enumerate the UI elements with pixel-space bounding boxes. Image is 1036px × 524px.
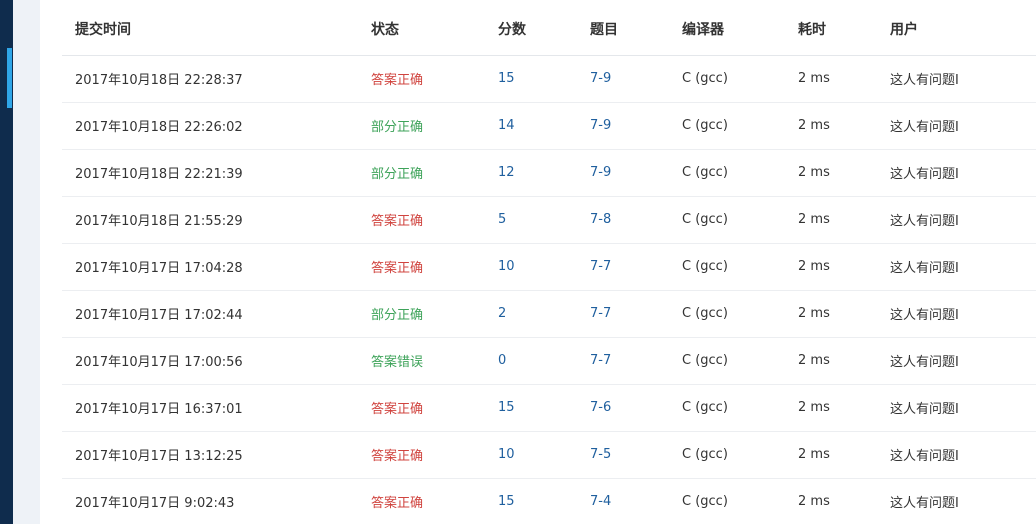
user-cell: 这人有问题I [890, 355, 959, 370]
submit-time-cell: 2017年10月17日 17:02:44 [75, 308, 243, 323]
status-cell[interactable]: 答案正确 [358, 196, 485, 243]
user-cell: 这人有问题I [890, 73, 959, 88]
duration-cell: 2 ms [798, 400, 830, 415]
submit-time-cell: 2017年10月18日 21:55:29 [75, 214, 243, 229]
score-cell[interactable]: 15 [485, 384, 577, 431]
problem-link[interactable]: 7-7 [577, 290, 669, 337]
submissions-table: 提交时间 状态 分数 题目 编译器 耗时 用户 2017年10月18日 22:2… [62, 3, 1036, 524]
duration-cell: 2 ms [798, 71, 830, 86]
user-cell: 这人有问题I [890, 120, 959, 135]
sidebar [0, 0, 13, 524]
status-cell[interactable]: 答案错误 [358, 337, 485, 384]
score-cell[interactable]: 5 [485, 196, 577, 243]
duration-cell: 2 ms [798, 353, 830, 368]
status-cell[interactable]: 答案正确 [358, 478, 485, 524]
score-cell[interactable]: 2 [485, 290, 577, 337]
duration-cell: 2 ms [798, 118, 830, 133]
submit-time-cell: 2017年10月18日 22:28:37 [75, 73, 243, 88]
problem-link[interactable]: 7-7 [577, 337, 669, 384]
table-row[interactable]: 2017年10月18日 22:26:02 部分正确 14 7-9 C (gcc) 2 ms… [62, 102, 1036, 149]
status-cell[interactable]: 答案正确 [358, 384, 485, 431]
table-row[interactable]: 2017年10月18日 22:21:39 部分正确 12 7-9 C (gcc) 2 ms… [62, 149, 1036, 196]
problem-link[interactable]: 7-6 [577, 384, 669, 431]
compiler-cell: C (gcc) [682, 259, 728, 274]
header-duration[interactable]: 耗时 [785, 3, 877, 55]
submit-time-cell: 2017年10月17日 17:04:28 [75, 261, 243, 276]
table-row[interactable]: 2017年10月17日 17:04:28 答案正确 10 7-7 C (gcc) 2 ms… [62, 243, 1036, 290]
submit-time-cell: 2017年10月17日 17:00:56 [75, 355, 243, 370]
score-cell[interactable]: 14 [485, 102, 577, 149]
compiler-cell: C (gcc) [682, 71, 728, 86]
problem-link[interactable]: 7-9 [577, 102, 669, 149]
status-cell[interactable]: 答案正确 [358, 431, 485, 478]
user-cell: 这人有问题I [890, 402, 959, 417]
compiler-cell: C (gcc) [682, 494, 728, 509]
submit-time-cell: 2017年10月17日 16:37:01 [75, 402, 243, 417]
compiler-cell: C (gcc) [682, 212, 728, 227]
status-cell[interactable]: 答案正确 [358, 243, 485, 290]
score-cell[interactable]: 10 [485, 243, 577, 290]
problem-link[interactable]: 7-4 [577, 478, 669, 524]
header-problem[interactable]: 题目 [577, 3, 669, 55]
duration-cell: 2 ms [798, 306, 830, 321]
problem-link[interactable]: 7-7 [577, 243, 669, 290]
score-cell[interactable]: 10 [485, 431, 577, 478]
header-submit-time[interactable]: 提交时间 [62, 3, 358, 55]
header-user[interactable]: 用户 [877, 3, 1036, 55]
table-header-row: 提交时间 状态 分数 题目 编译器 耗时 用户 [62, 3, 1036, 55]
user-cell: 这人有问题I [890, 449, 959, 464]
status-cell[interactable]: 答案正确 [358, 55, 485, 102]
table-row[interactable]: 2017年10月17日 9:02:43 答案正确 15 7-4 C (gcc) 2 ms 这… [62, 478, 1036, 524]
problem-link[interactable]: 7-9 [577, 55, 669, 102]
table-row[interactable]: 2017年10月17日 17:00:56 答案错误 0 7-7 C (gcc) 2 ms 这… [62, 337, 1036, 384]
user-cell: 这人有问题I [890, 214, 959, 229]
status-cell[interactable]: 部分正确 [358, 102, 485, 149]
submissions-panel: 提交时间 状态 分数 题目 编译器 耗时 用户 2017年10月18日 22:2… [40, 0, 1036, 524]
compiler-cell: C (gcc) [682, 165, 728, 180]
duration-cell: 2 ms [798, 165, 830, 180]
submit-time-cell: 2017年10月18日 22:26:02 [75, 120, 243, 135]
status-cell[interactable]: 部分正确 [358, 290, 485, 337]
submit-time-cell: 2017年10月18日 22:21:39 [75, 167, 243, 182]
score-cell[interactable]: 15 [485, 55, 577, 102]
submit-time-cell: 2017年10月17日 13:12:25 [75, 449, 243, 464]
user-cell: 这人有问题I [890, 167, 959, 182]
table-row[interactable]: 2017年10月17日 13:12:25 答案正确 10 7-5 C (gcc) 2 ms… [62, 431, 1036, 478]
table-row[interactable]: 2017年10月18日 22:28:37 答案正确 15 7-9 C (gcc) 2 ms… [62, 55, 1036, 102]
score-cell[interactable]: 12 [485, 149, 577, 196]
status-cell[interactable]: 部分正确 [358, 149, 485, 196]
problem-link[interactable]: 7-9 [577, 149, 669, 196]
duration-cell: 2 ms [798, 212, 830, 227]
submit-time-cell: 2017年10月17日 9:02:43 [75, 496, 235, 511]
user-cell: 这人有问题I [890, 496, 959, 511]
header-compiler[interactable]: 编译器 [669, 3, 785, 55]
duration-cell: 2 ms [798, 494, 830, 509]
table-row[interactable]: 2017年10月17日 16:37:01 答案正确 15 7-6 C (gcc) 2 ms… [62, 384, 1036, 431]
compiler-cell: C (gcc) [682, 353, 728, 368]
score-cell[interactable]: 15 [485, 478, 577, 524]
compiler-cell: C (gcc) [682, 400, 728, 415]
compiler-cell: C (gcc) [682, 306, 728, 321]
problem-link[interactable]: 7-5 [577, 431, 669, 478]
table-row[interactable]: 2017年10月18日 21:55:29 答案正确 5 7-8 C (gcc) 2 ms 这… [62, 196, 1036, 243]
sidebar-active-indicator [7, 48, 12, 108]
header-status[interactable]: 状态 [358, 3, 485, 55]
user-cell: 这人有问题I [890, 308, 959, 323]
problem-link[interactable]: 7-8 [577, 196, 669, 243]
user-cell: 这人有问题I [890, 261, 959, 276]
content-gutter [13, 0, 40, 524]
score-cell[interactable]: 0 [485, 337, 577, 384]
compiler-cell: C (gcc) [682, 447, 728, 462]
compiler-cell: C (gcc) [682, 118, 728, 133]
duration-cell: 2 ms [798, 447, 830, 462]
duration-cell: 2 ms [798, 259, 830, 274]
table-row[interactable]: 2017年10月17日 17:02:44 部分正确 2 7-7 C (gcc) 2 ms 这… [62, 290, 1036, 337]
header-score[interactable]: 分数 [485, 3, 577, 55]
